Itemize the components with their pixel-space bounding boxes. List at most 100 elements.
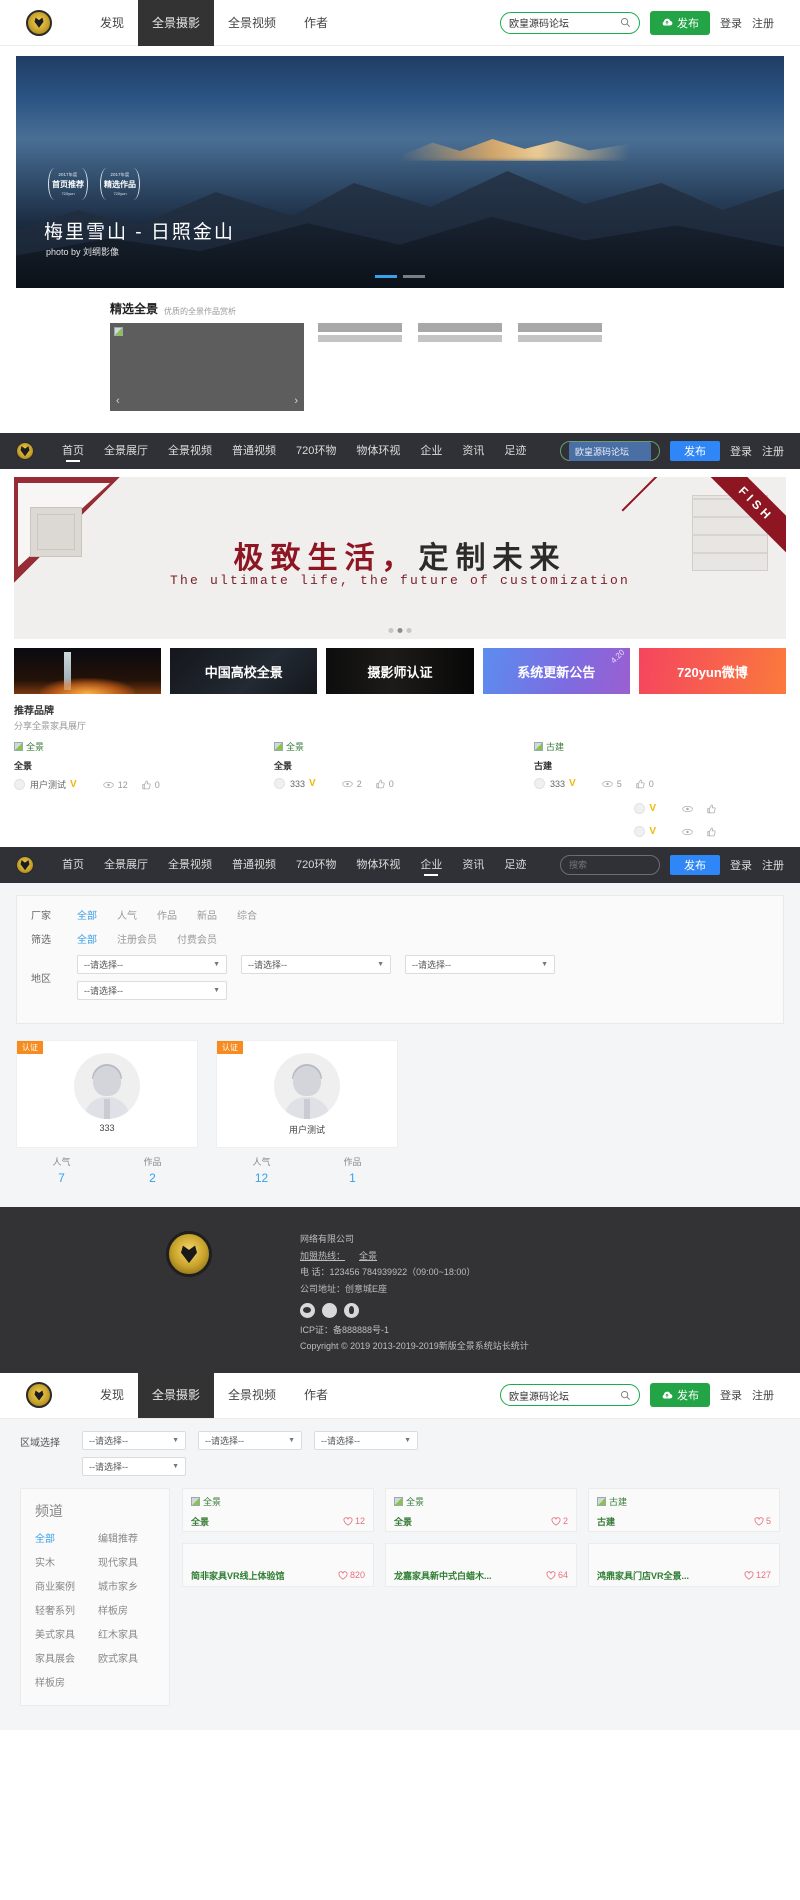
- nav-item-2[interactable]: 全景摄影: [138, 0, 215, 46]
- register-link[interactable]: 注册: [762, 443, 784, 459]
- publish-button[interactable]: 发布: [650, 10, 710, 35]
- nav-item-8[interactable]: 资讯: [452, 433, 494, 469]
- nav-item-4[interactable]: 作者: [290, 1372, 342, 1418]
- filter-option[interactable]: 付费会员: [177, 935, 217, 946]
- bottom-search-box[interactable]: [500, 1384, 640, 1407]
- nav-item-1[interactable]: 发现: [86, 1372, 138, 1418]
- nav-item-4[interactable]: 作者: [290, 0, 342, 46]
- dark-search-box[interactable]: [560, 441, 660, 461]
- chevron-left-icon[interactable]: ‹: [116, 395, 120, 407]
- nav-item-4[interactable]: 普通视频: [222, 847, 286, 883]
- like-count[interactable]: 64: [546, 1570, 568, 1580]
- brand-card[interactable]: 古建 古建 333 V 5 0: [534, 740, 786, 791]
- card-title[interactable]: 龙嘉家具新中式白蜡木...: [394, 1569, 492, 1582]
- nav-item-7[interactable]: 企业: [410, 433, 452, 469]
- filter-option[interactable]: 全部: [77, 935, 97, 946]
- region-select[interactable]: --请选择-- ▼: [241, 955, 391, 974]
- register-link[interactable]: 注册: [752, 1387, 774, 1403]
- card-title[interactable]: 全景: [394, 1515, 412, 1528]
- like-count[interactable]: 12: [343, 1516, 365, 1526]
- feature-tile-2[interactable]: 中国高校全景: [170, 648, 318, 694]
- content-card[interactable]: 全景 全景 2: [385, 1487, 577, 1532]
- content-card[interactable]: 鸿鼎家具门店VR全景... 127: [588, 1542, 780, 1587]
- channel-link[interactable]: 全部: [35, 1530, 92, 1545]
- content-card[interactable]: 古建 古建 5: [588, 1487, 780, 1532]
- channel-link[interactable]: 实木: [35, 1554, 92, 1569]
- like-count[interactable]: 2: [551, 1516, 568, 1526]
- publish-button[interactable]: 发布: [650, 1383, 710, 1408]
- card-thumbnail[interactable]: 古建: [534, 740, 786, 753]
- card-title[interactable]: 全景: [14, 759, 266, 772]
- filter-option[interactable]: 新品: [197, 911, 217, 922]
- nav-item-3[interactable]: 全景视频: [158, 433, 222, 469]
- search-box-2[interactable]: [560, 855, 660, 875]
- filter-option[interactable]: 全部: [77, 911, 97, 922]
- login-link[interactable]: 登录: [730, 857, 752, 873]
- nav-item-9[interactable]: 足迹: [494, 433, 536, 469]
- card-title[interactable]: 简非家具VR线上体验馆: [191, 1569, 285, 1582]
- top-search-input[interactable]: [509, 17, 620, 28]
- nav-item-5[interactable]: 720环物: [286, 847, 346, 883]
- channel-link[interactable]: 轻奢系列: [35, 1602, 92, 1617]
- channel-link[interactable]: 城市家乡: [98, 1578, 155, 1593]
- channel-link[interactable]: 欧式家具: [98, 1650, 155, 1665]
- nav-item-2[interactable]: 全景展厅: [94, 433, 158, 469]
- nav-item-3[interactable]: 全景视频: [214, 1372, 290, 1418]
- nav-item-2[interactable]: 全景摄影: [138, 1372, 215, 1419]
- login-link[interactable]: 登录: [720, 1387, 742, 1403]
- site-logo-icon[interactable]: [16, 856, 34, 874]
- dark-search-input[interactable]: [569, 441, 651, 461]
- nav-item-6[interactable]: 物体环视: [346, 433, 410, 469]
- card-thumbnail[interactable]: 全景: [394, 1495, 568, 1508]
- login-link[interactable]: 登录: [720, 15, 742, 31]
- user-card[interactable]: 认证 用户测试 人气 12 作品 1: [216, 1040, 398, 1189]
- feature-tile-4[interactable]: 系统更新公告 4.20: [482, 648, 630, 694]
- like-count[interactable]: 127: [744, 1570, 771, 1580]
- nav-item-4[interactable]: 普通视频: [222, 433, 286, 469]
- publish-button[interactable]: 发布: [670, 441, 720, 461]
- card-thumbnail[interactable]: 全景: [14, 740, 266, 753]
- region-select[interactable]: --请选择-- ▼: [314, 1430, 418, 1450]
- nav-item-9[interactable]: 足迹: [494, 847, 536, 883]
- nav-item-1[interactable]: 首页: [52, 847, 94, 883]
- nav-item-1[interactable]: 发现: [86, 0, 138, 46]
- publish-button[interactable]: 发布: [670, 855, 720, 875]
- region-select[interactable]: --请选择-- ▼: [198, 1430, 302, 1450]
- card-title[interactable]: 古建: [597, 1515, 615, 1528]
- channel-link[interactable]: 红木家具: [98, 1626, 155, 1641]
- banner-dot-1[interactable]: [388, 628, 394, 633]
- feature-tile-3[interactable]: 摄影师认证: [326, 648, 474, 694]
- nav-item-2[interactable]: 全景展厅: [94, 847, 158, 883]
- banner-dot-3[interactable]: [406, 628, 412, 633]
- card-thumbnail[interactable]: 全景: [274, 740, 526, 753]
- feature-tile-1[interactable]: [14, 648, 162, 694]
- site-logo-icon[interactable]: [16, 442, 34, 460]
- weibo-icon[interactable]: [322, 1302, 337, 1318]
- user-card[interactable]: 认证 333 人气 7 作品 2: [16, 1040, 198, 1189]
- register-link[interactable]: 注册: [752, 15, 774, 31]
- banner-dot-2[interactable]: [397, 628, 403, 633]
- wechat-icon[interactable]: [300, 1302, 315, 1318]
- banner-carousel-dots[interactable]: [388, 628, 412, 633]
- channel-link[interactable]: 商业案例: [35, 1578, 92, 1593]
- like-count[interactable]: 820: [338, 1570, 365, 1580]
- channel-link[interactable]: 样板房: [35, 1674, 92, 1689]
- brand-card[interactable]: 全景 全景 用户测试 V 12 0: [14, 740, 266, 791]
- nav-item-8[interactable]: 资讯: [452, 847, 494, 883]
- nav-item-3[interactable]: 全景视频: [158, 847, 222, 883]
- filter-option[interactable]: 注册会员: [117, 935, 157, 946]
- user-card-box[interactable]: 认证 用户测试: [216, 1040, 398, 1148]
- bottom-search-input[interactable]: [509, 1389, 620, 1401]
- nav-item-3[interactable]: 全景视频: [214, 0, 290, 46]
- like-count[interactable]: 5: [754, 1516, 771, 1526]
- qq-icon[interactable]: [344, 1302, 359, 1318]
- content-card[interactable]: 简非家具VR线上体验馆 820: [182, 1542, 374, 1587]
- nav-item-6[interactable]: 物体环视: [346, 847, 410, 883]
- user-card-box[interactable]: 认证 333: [16, 1040, 198, 1148]
- channel-link[interactable]: 现代家具: [98, 1554, 155, 1569]
- filter-option[interactable]: 作品: [157, 911, 177, 922]
- site-logo-icon[interactable]: [26, 9, 52, 36]
- chevron-right-icon[interactable]: ›: [294, 395, 298, 407]
- card-thumbnail[interactable]: 古建: [597, 1495, 771, 1508]
- card-thumbnail[interactable]: 全景: [191, 1495, 365, 1508]
